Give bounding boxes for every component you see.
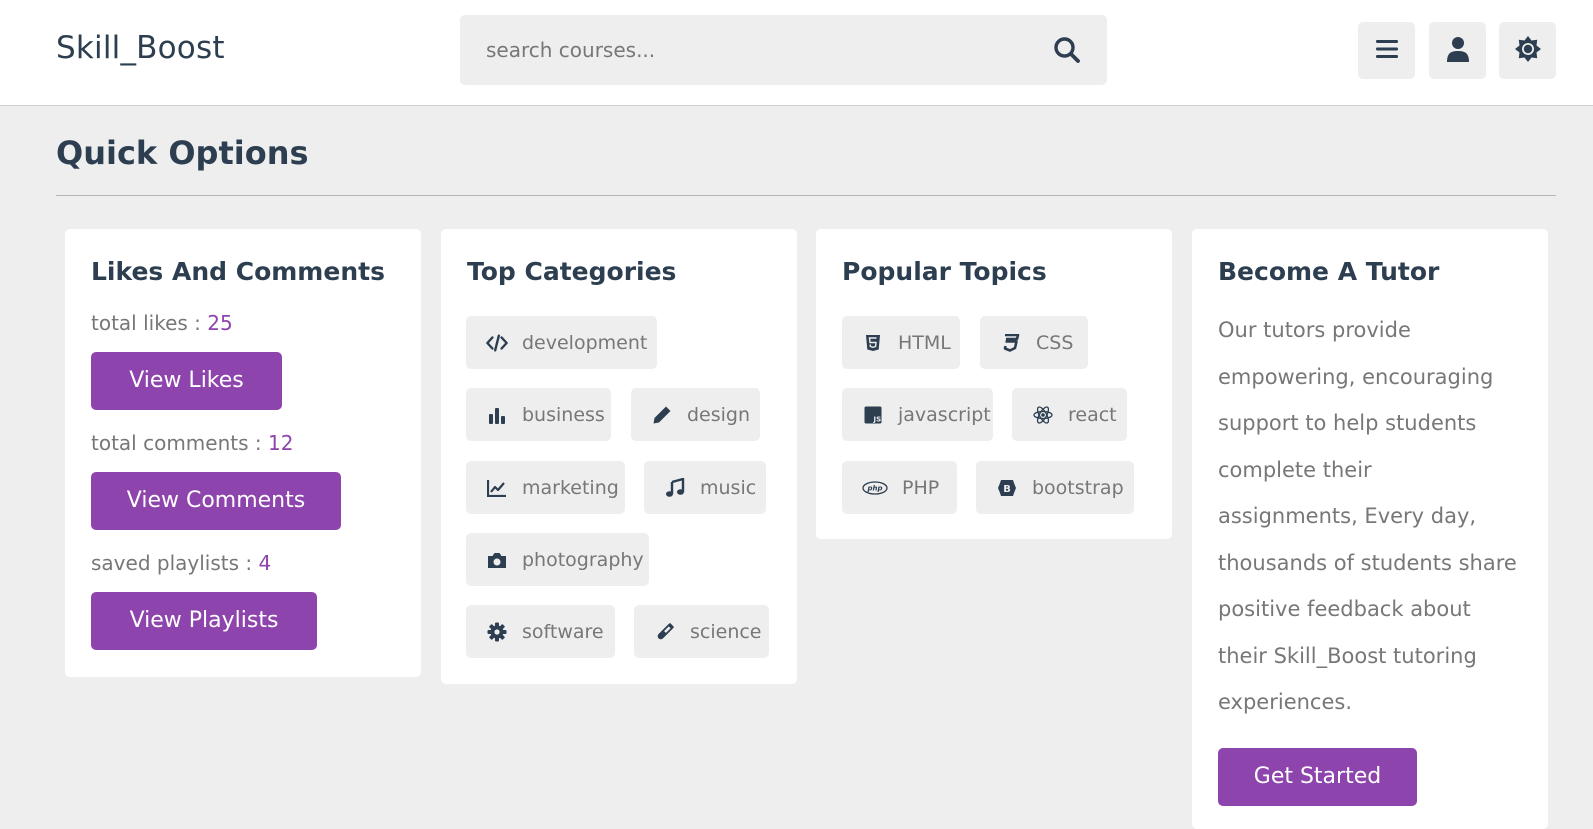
- react-icon: [1032, 404, 1054, 426]
- search-icon[interactable]: [1052, 35, 1082, 65]
- topic-tag-react[interactable]: react: [1012, 388, 1127, 441]
- music-icon: [664, 477, 686, 499]
- stat-value: 12: [267, 431, 294, 455]
- card-title: Likes And Comments: [91, 257, 385, 286]
- tag-label: javascript: [898, 403, 991, 426]
- view-comments-button[interactable]: View Comments: [91, 472, 341, 530]
- tag-label: marketing: [522, 476, 619, 499]
- tag-label: business: [522, 403, 605, 426]
- divider: [56, 195, 1556, 196]
- tag-label: science: [690, 620, 762, 643]
- tag-label: development: [522, 331, 648, 354]
- tag-label: react: [1068, 403, 1117, 426]
- js-icon: JS: [862, 404, 884, 426]
- stat-value: 4: [258, 551, 272, 575]
- become-tutor-card: Become A Tutor Our tutors provide empowe…: [1192, 229, 1548, 829]
- menu-button[interactable]: [1358, 22, 1415, 79]
- html5-icon: [862, 332, 884, 354]
- bar-chart-icon: [486, 404, 508, 426]
- header: Skill_Boost: [0, 0, 1593, 106]
- tutor-description: Our tutors provide empowering, encouragi…: [1218, 318, 1517, 714]
- top-categories-card: Top Categories development business desi…: [441, 229, 797, 684]
- likes-comments-card: Likes And Comments total likes : 25 View…: [65, 229, 421, 677]
- category-tag-development[interactable]: development: [466, 316, 657, 369]
- stat-label: total comments :: [91, 431, 268, 455]
- stat-label: saved playlists :: [91, 551, 259, 575]
- popular-topics-card: Popular Topics HTML CSS JS javascript re…: [816, 229, 1172, 539]
- card-title: Top Categories: [467, 257, 677, 286]
- php-icon: php: [862, 477, 888, 499]
- svg-text:JS: JS: [873, 415, 882, 423]
- category-tag-design[interactable]: design: [631, 388, 760, 441]
- user-icon: [1446, 36, 1470, 66]
- tag-label: music: [700, 476, 757, 499]
- topic-tag-html[interactable]: HTML: [842, 316, 960, 369]
- category-tag-business[interactable]: business: [466, 388, 611, 441]
- saved-playlists-stat: saved playlists : 4: [91, 551, 271, 575]
- menu-icon: [1375, 38, 1399, 64]
- logo[interactable]: Skill_Boost: [56, 30, 225, 66]
- stat-value: 25: [207, 311, 233, 335]
- page-title: Quick Options: [56, 134, 309, 172]
- get-started-button[interactable]: Get Started: [1218, 748, 1417, 806]
- total-comments-stat: total comments : 12: [91, 431, 293, 455]
- tag-label: software: [522, 620, 604, 643]
- category-tag-photography[interactable]: photography: [466, 533, 649, 586]
- total-likes-stat: total likes : 25: [91, 311, 233, 335]
- bootstrap-icon: B: [996, 477, 1018, 499]
- tag-label: design: [687, 403, 751, 426]
- view-playlists-button[interactable]: View Playlists: [91, 592, 317, 650]
- search-form: [460, 15, 1107, 85]
- pencil-icon: [651, 404, 673, 426]
- user-button[interactable]: [1429, 22, 1486, 79]
- css3-icon: [1000, 332, 1022, 354]
- tag-label: CSS: [1036, 331, 1074, 354]
- line-chart-icon: [486, 477, 508, 499]
- topic-tag-php[interactable]: php PHP: [842, 461, 957, 514]
- tag-label: bootstrap: [1032, 476, 1124, 499]
- camera-icon: [486, 549, 508, 571]
- topic-tag-css[interactable]: CSS: [980, 316, 1088, 369]
- card-title: Become A Tutor: [1218, 257, 1440, 286]
- gear-icon: [486, 621, 508, 643]
- code-icon: [486, 332, 508, 354]
- theme-toggle-button[interactable]: [1499, 22, 1556, 79]
- search-input[interactable]: [486, 33, 1006, 67]
- card-title: Popular Topics: [842, 257, 1047, 286]
- svg-text:php: php: [866, 484, 882, 492]
- stat-label: total likes :: [91, 311, 208, 335]
- vial-icon: [654, 621, 676, 643]
- category-tag-science[interactable]: science: [634, 605, 769, 658]
- svg-text:B: B: [1003, 484, 1011, 495]
- tag-label: PHP: [902, 476, 940, 499]
- tag-label: photography: [522, 548, 644, 571]
- category-tag-software[interactable]: software: [466, 605, 615, 658]
- topic-tag-javascript[interactable]: JS javascript: [842, 388, 993, 441]
- sun-icon: [1514, 35, 1542, 67]
- view-likes-button[interactable]: View Likes: [91, 352, 282, 410]
- category-tag-music[interactable]: music: [644, 461, 766, 514]
- category-tag-marketing[interactable]: marketing: [466, 461, 625, 514]
- topic-tag-bootstrap[interactable]: B bootstrap: [976, 461, 1134, 514]
- tag-label: HTML: [898, 331, 951, 354]
